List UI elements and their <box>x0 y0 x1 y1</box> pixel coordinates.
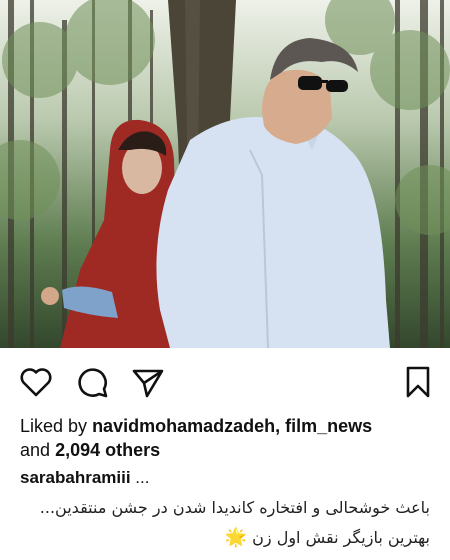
heart-outline-icon <box>20 368 52 397</box>
caption-username-line: sarabahramiii ... <box>20 468 149 488</box>
caption-text-line-1: باعث خوشحالی و افتخاره کاندیدا شدن در جش… <box>39 498 430 517</box>
liker-username-1[interactable]: navidmohamadzadeh <box>92 416 275 436</box>
bookmark-icon <box>406 366 430 398</box>
action-bar <box>0 356 450 400</box>
paper-plane-icon <box>132 369 164 398</box>
liked-by-label: Liked by <box>20 416 88 436</box>
and-label: and <box>20 440 51 460</box>
comment-button[interactable] <box>75 364 111 400</box>
comment-bubble-icon <box>78 368 108 398</box>
instagram-post: Liked by navidmohamadzadeh, film_news an… <box>0 0 450 560</box>
forest-scene <box>0 0 450 348</box>
likes-summary: Liked by navidmohamadzadeh, film_news an… <box>20 414 440 462</box>
liker-separator: , <box>275 416 281 436</box>
caption-username[interactable]: sarabahramiii <box>20 468 131 487</box>
caption-more[interactable]: ... <box>131 468 149 487</box>
caption-text-line-2: بهترین بازیگر نقش اول زن 🌟 <box>225 527 430 548</box>
post-photo[interactable] <box>0 0 450 348</box>
star-emoji: 🌟 <box>224 527 248 548</box>
save-button[interactable] <box>400 364 436 400</box>
like-button[interactable] <box>18 364 54 400</box>
share-button[interactable] <box>130 364 166 400</box>
likes-count[interactable]: 2,094 others <box>55 440 160 460</box>
liker-username-2[interactable]: film_news <box>285 416 372 436</box>
caption-text-line-2-text: بهترین بازیگر نقش اول زن <box>252 528 430 547</box>
